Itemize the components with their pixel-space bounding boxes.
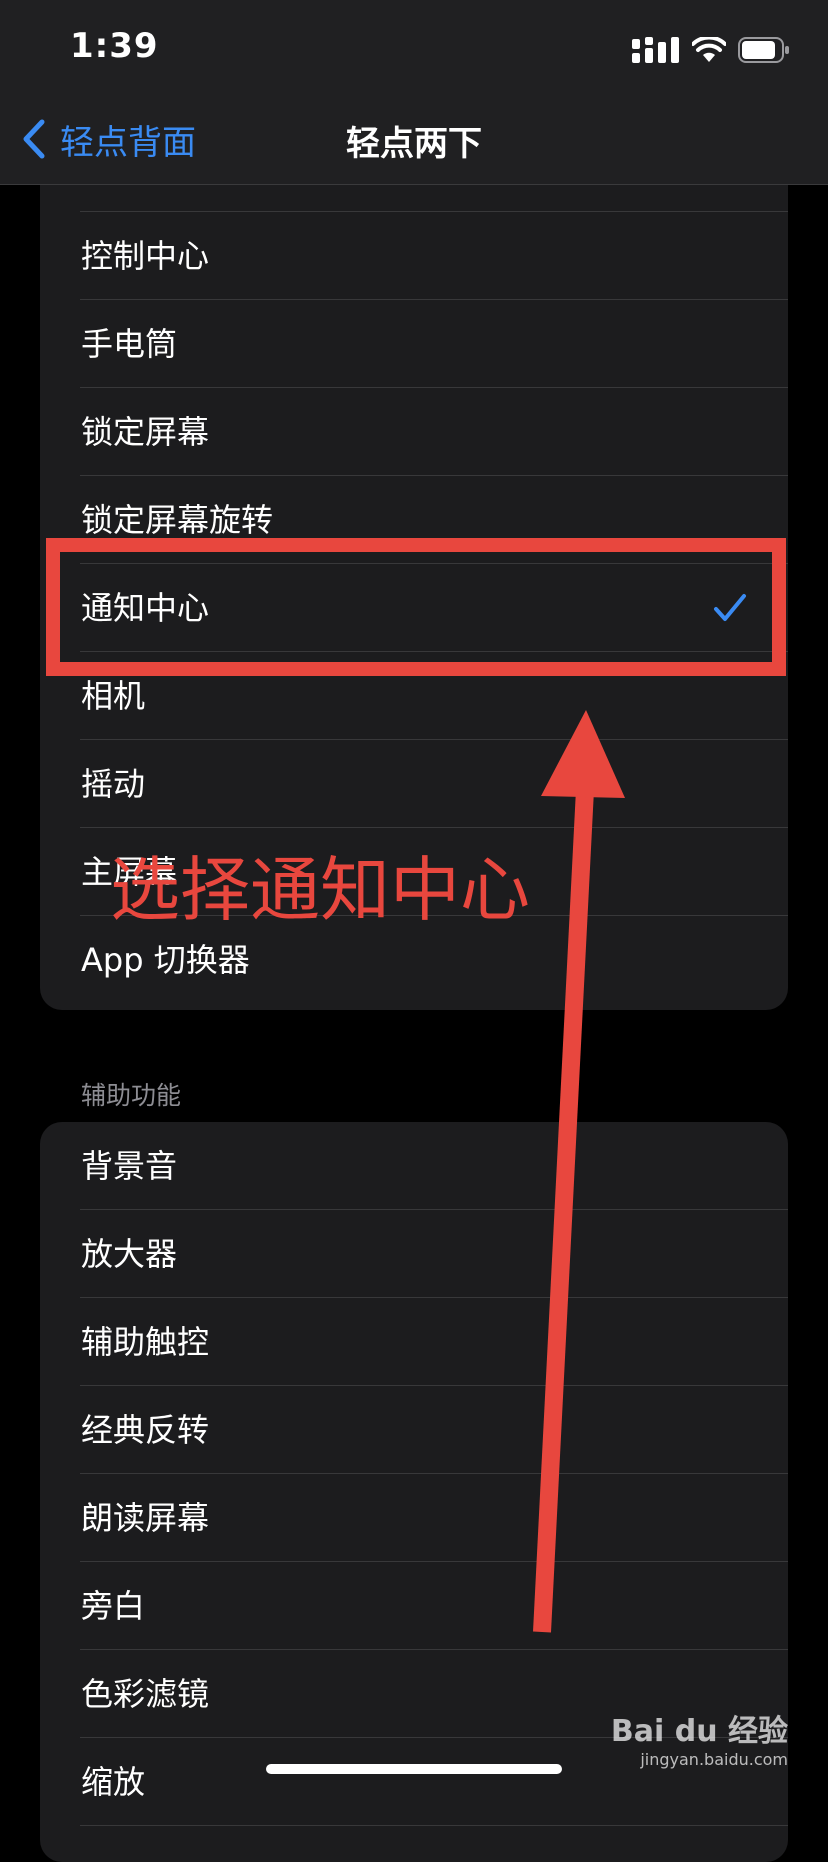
list-item-label: 背景音 [81,1147,178,1185]
list-item-label: 色彩滤镜 [81,1675,210,1713]
section-header-accessibility: 辅助功能 [81,1081,182,1110]
wifi-icon [692,37,726,62]
list-item-voiceover[interactable]: 旁白 [40,1562,788,1650]
list-item-label: 经典反转 [81,1411,210,1449]
page-title: 轻点两下 [346,124,482,164]
separator [80,1825,788,1826]
list-item-label: 锁定屏幕 [81,413,210,451]
list-item-shake[interactable]: 摇动 [40,740,788,828]
list-item-label: 朗读屏幕 [81,1499,210,1537]
list-item-assistive-touch[interactable]: 辅助触控 [40,1298,788,1386]
navigation-bar: 1:39 轻点背面 轻点两下 [0,0,828,185]
watermark-brand: Bai du 经验 [610,1714,788,1749]
list-item-lock-screen[interactable]: 锁定屏幕 [40,388,788,476]
battery-icon [738,37,789,63]
home-indicator[interactable] [266,1764,562,1774]
list-item-speak-screen[interactable]: 朗读屏幕 [40,1474,788,1562]
list-item-classic-invert[interactable]: 经典反转 [40,1386,788,1474]
list-item-label: 缩放 [81,1763,146,1801]
list-item-label: 摇动 [81,765,146,803]
baidu-watermark: Bai du 经验 jingyan.baidu.com [610,1706,788,1769]
list-item-label: 控制中心 [81,237,210,275]
watermark-url: jingyan.baidu.com [640,1750,788,1769]
list-item-label: 旁白 [81,1587,146,1625]
status-icons [632,34,790,66]
list-item-background-sounds[interactable]: 背景音 [40,1122,788,1210]
list-item-control-center[interactable]: 控制中心 [40,212,788,300]
list-item-label: 放大器 [81,1235,178,1273]
list-item-flashlight[interactable]: 手电筒 [40,300,788,388]
annotation-text: 选择通知中心 [110,849,530,931]
highlight-box [46,538,786,676]
cellular-signal-icon [632,37,679,63]
list-item-label: 辅助触控 [81,1323,210,1361]
status-time: 1:39 [70,26,159,66]
list-item-magnifier[interactable]: 放大器 [40,1210,788,1298]
list-item-label: 手电筒 [81,325,178,363]
